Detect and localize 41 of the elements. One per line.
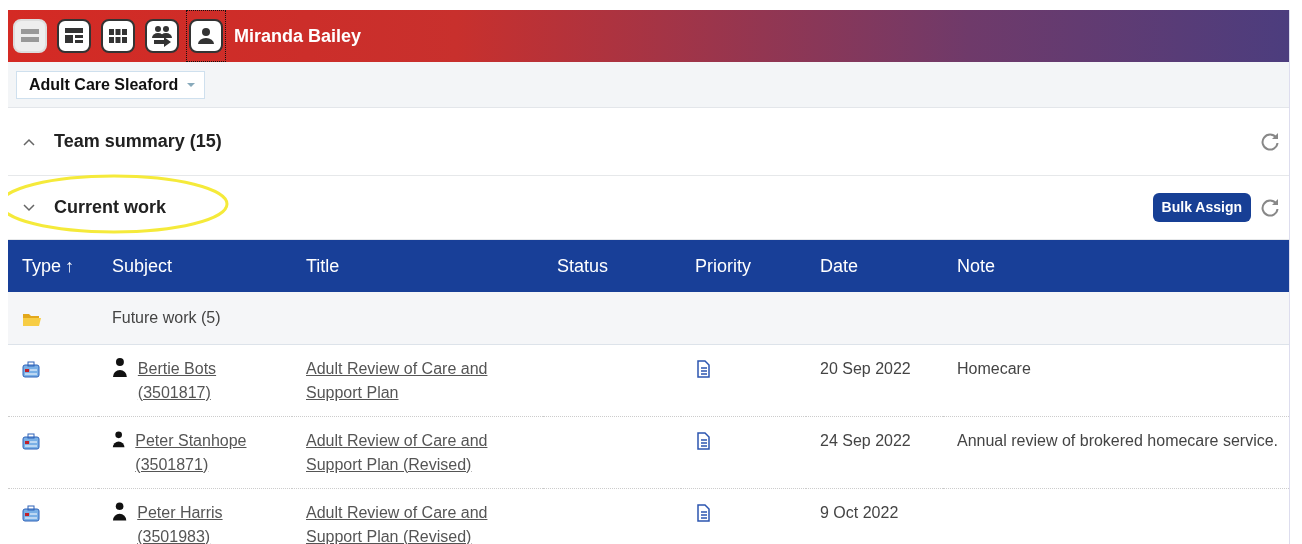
column-header[interactable]: Date (806, 240, 943, 292)
case-icon (22, 504, 40, 523)
document-icon (695, 504, 711, 523)
date-text: 20 Sep 2022 (820, 359, 911, 377)
note-text: Homecare (957, 359, 1031, 377)
title-link[interactable]: Adult Review of Care and Support Plan (Revised) (306, 428, 521, 477)
chevron-up-icon (22, 136, 36, 147)
caret-icon (186, 81, 197, 88)
column-header[interactable]: Subject (98, 240, 292, 292)
chevron-down-icon (22, 202, 36, 213)
note-text: Annual review of brokered homecare service. (957, 431, 1279, 449)
toolbar-button[interactable] (186, 10, 226, 62)
sort-arrow: ↑ (65, 255, 75, 276)
group-label: Future work (5) (98, 292, 1289, 344)
date-text: 9 Oct 2022 (820, 503, 899, 521)
column-header[interactable]: Priority (681, 240, 806, 292)
column-header[interactable]: Note (943, 240, 1289, 292)
expand-toggle[interactable] (22, 136, 36, 147)
title-link[interactable]: Adult Review of Care and Support Plan (Revised) (306, 500, 521, 544)
subject-link[interactable]: Peter Stanhope (3501871) (135, 428, 292, 477)
person-icon (112, 500, 128, 521)
section-title: Current work (54, 194, 167, 221)
subject-link[interactable]: Bertie Bots (3501817) (137, 356, 292, 405)
person-icon (195, 25, 217, 47)
column-header[interactable]: Type ↑ (8, 240, 98, 292)
people-arrow-icon (151, 25, 173, 47)
user-name: Miranda Bailey (234, 24, 362, 48)
person-icon (112, 356, 128, 377)
subject-link[interactable]: Peter Harris (3501983) (137, 500, 292, 544)
team-dropdown[interactable]: Adult Care Sleaford (16, 70, 206, 99)
case-icon (22, 360, 40, 379)
column-header[interactable]: Status (543, 240, 681, 292)
case-icon (22, 432, 40, 451)
bulk-assign-button[interactable]: Bulk Assign (1152, 193, 1251, 222)
title-link[interactable]: Adult Review of Care and Support Plan (306, 356, 521, 405)
document-icon (695, 360, 711, 379)
section-title: Team summary (15) (54, 130, 222, 153)
document-icon (695, 432, 711, 451)
date-text: 24 Sep 2022 (820, 431, 911, 449)
expand-toggle[interactable] (22, 202, 36, 213)
column-header[interactable]: Title (292, 240, 543, 292)
